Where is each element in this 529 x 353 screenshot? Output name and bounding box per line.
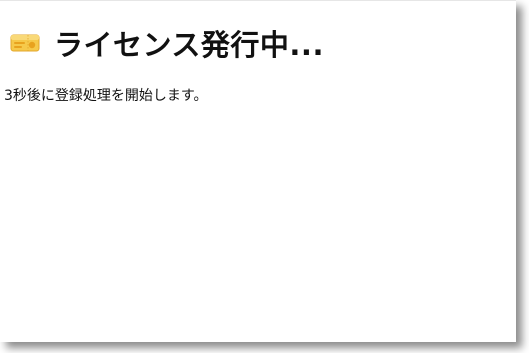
dialog-title: ライセンス発行中... [54, 28, 324, 62]
status-message: 3秒後に登録処理を開始します。 [4, 88, 208, 104]
dialog-header: ライセンス発行中... [10, 23, 324, 63]
ticket-icon [10, 33, 40, 53]
license-dialog: ライセンス発行中... 3秒後に登録処理を開始します。 [0, 0, 516, 342]
